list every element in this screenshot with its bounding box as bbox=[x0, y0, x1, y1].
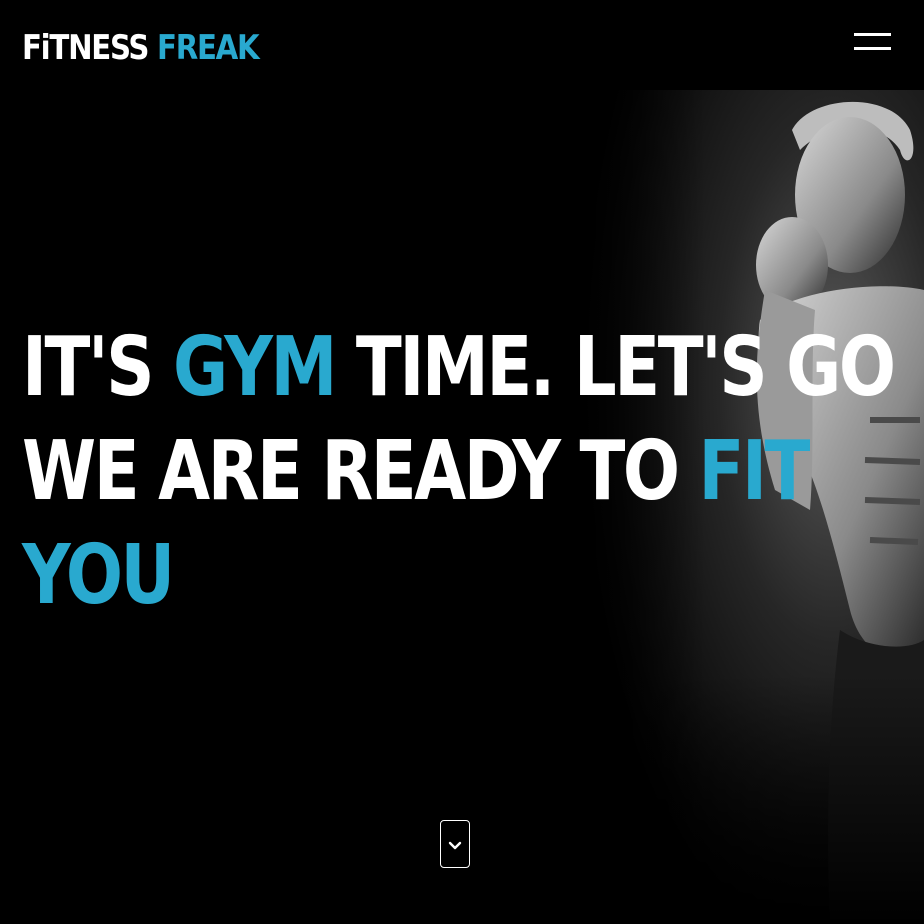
headline-word: IT'S bbox=[22, 320, 155, 415]
headline-line-2: WE ARE READY TO FIT bbox=[22, 420, 810, 524]
headline-word: WE ARE READY TO bbox=[22, 424, 680, 519]
headline-word: TIME. LET'S GO bbox=[355, 320, 896, 415]
hamburger-menu-button[interactable] bbox=[850, 28, 894, 58]
top-navigation: FiTNESS FREAK bbox=[0, 0, 924, 96]
headline-accent-word: GYM bbox=[173, 320, 337, 415]
brand-logo-part1: FiTNESS bbox=[22, 28, 149, 68]
headline-line-1: IT'S GYM TIME. LET'S GO bbox=[22, 316, 896, 420]
headline-accent-word: FIT bbox=[698, 424, 811, 519]
hamburger-icon-bar-top bbox=[854, 33, 891, 36]
brand-logo-part2: FREAK bbox=[157, 28, 260, 68]
scroll-down-button[interactable] bbox=[440, 820, 470, 868]
hero-section: FiTNESS FREAK IT'S GYM TIME. LET'S GO WE… bbox=[0, 0, 924, 924]
brand-logo[interactable]: FiTNESS FREAK bbox=[22, 28, 260, 68]
chevron-down-icon bbox=[448, 841, 462, 850]
hero-headline: IT'S GYM TIME. LET'S GO WE ARE READY TO … bbox=[22, 316, 896, 628]
hamburger-icon-bar-bottom bbox=[854, 47, 891, 50]
headline-line-3: YOU bbox=[22, 528, 175, 623]
